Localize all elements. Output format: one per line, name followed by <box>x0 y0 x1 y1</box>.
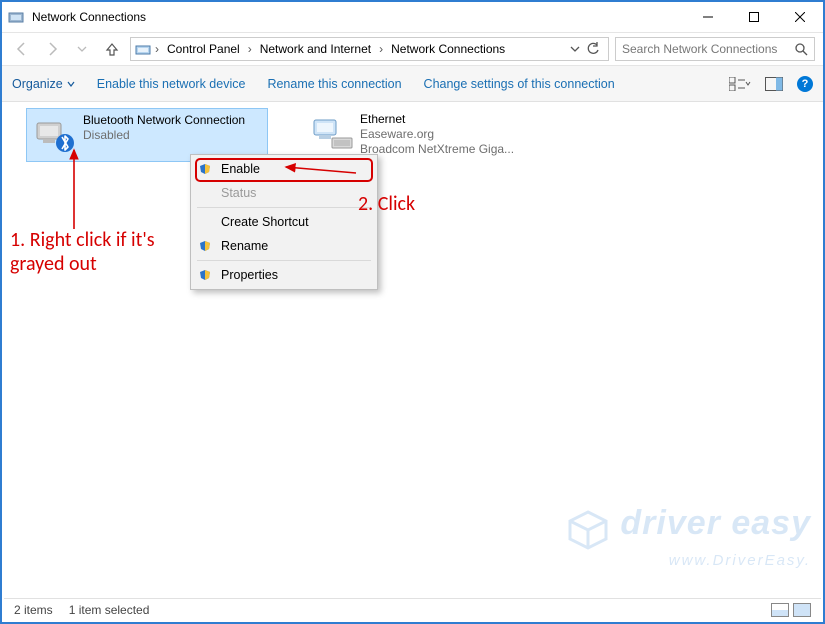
shield-icon <box>199 163 213 175</box>
menu-label: Status <box>221 186 367 200</box>
menu-item-enable[interactable]: Enable <box>191 157 377 181</box>
breadcrumb-control-panel[interactable]: Control Panel <box>163 42 244 56</box>
breadcrumb-network-internet[interactable]: Network and Internet <box>256 42 375 56</box>
search-icon <box>794 42 808 56</box>
search-placeholder: Search Network Connections <box>622 42 777 56</box>
menu-separator <box>197 207 371 208</box>
context-menu: Enable Status Create Shortcut Rename Pro… <box>190 154 378 290</box>
close-button[interactable] <box>777 2 823 32</box>
content-area: Bluetooth Network Connection Disabled Et… <box>4 104 821 596</box>
minimize-button[interactable] <box>685 2 731 32</box>
forward-button[interactable] <box>40 37 64 61</box>
menu-item-create-shortcut[interactable]: Create Shortcut <box>191 210 377 234</box>
title-bar: Network Connections <box>2 2 823 32</box>
adapter-icon <box>33 113 77 157</box>
breadcrumb-network-connections[interactable]: Network Connections <box>387 42 509 56</box>
annotation-step1: 1. Right click if it's grayed out <box>10 228 190 276</box>
menu-item-rename[interactable]: Rename <box>191 234 377 258</box>
shield-icon <box>199 269 213 281</box>
cmd-rename-connection[interactable]: Rename this connection <box>267 77 401 91</box>
chevron-right-icon[interactable]: › <box>153 42 161 56</box>
command-bar: Organize Enable this network device Rena… <box>2 66 823 102</box>
annotation-step2: 2. Click <box>358 192 415 216</box>
up-button[interactable] <box>100 37 124 61</box>
menu-label: Rename <box>221 239 367 253</box>
organize-label: Organize <box>12 77 63 91</box>
watermark: driver easy www.DriverEasy. <box>566 504 811 570</box>
back-button[interactable] <box>10 37 34 61</box>
menu-separator <box>197 260 371 261</box>
chevron-down-icon <box>67 80 75 88</box>
app-icon <box>8 9 24 25</box>
view-mode-details-icon[interactable] <box>771 603 789 617</box>
adapter-icon <box>310 112 354 156</box>
connection-name: Bluetooth Network Connection <box>83 113 245 128</box>
menu-label: Create Shortcut <box>221 215 367 229</box>
shield-icon <box>199 240 213 252</box>
cmd-change-settings[interactable]: Change settings of this connection <box>424 77 615 91</box>
connection-name: Ethernet <box>360 112 514 127</box>
status-item-count: 2 items <box>14 603 53 617</box>
menu-item-properties[interactable]: Properties <box>191 263 377 287</box>
preview-pane-icon[interactable] <box>765 77 783 91</box>
help-icon[interactable]: ? <box>797 76 813 92</box>
cmd-enable-device[interactable]: Enable this network device <box>97 77 246 91</box>
cube-icon <box>566 508 610 552</box>
connection-adapter: Broadcom NetXtreme Giga... <box>360 142 514 157</box>
window-title: Network Connections <box>32 10 146 24</box>
watermark-brand: driver easy <box>620 504 811 542</box>
connection-domain: Easeware.org <box>360 127 514 142</box>
view-options-icon[interactable] <box>729 77 751 91</box>
watermark-url: www.DriverEasy. <box>669 552 811 569</box>
status-selected-count: 1 item selected <box>69 603 150 617</box>
refresh-icon[interactable] <box>586 42 600 56</box>
path-root-icon <box>135 41 151 57</box>
search-input[interactable]: Search Network Connections <box>615 37 815 61</box>
organize-menu[interactable]: Organize <box>12 77 75 91</box>
menu-label: Enable <box>221 162 367 176</box>
view-mode-tiles-icon[interactable] <box>793 603 811 617</box>
address-bar[interactable]: › Control Panel › Network and Internet ›… <box>130 37 609 61</box>
menu-item-status: Status <box>191 181 377 205</box>
recent-dropdown[interactable] <box>70 37 94 61</box>
address-dropdown-icon[interactable] <box>570 44 580 54</box>
nav-bar: › Control Panel › Network and Internet ›… <box>2 32 823 66</box>
chevron-right-icon[interactable]: › <box>246 42 254 56</box>
maximize-button[interactable] <box>731 2 777 32</box>
status-bar: 2 items 1 item selected <box>4 598 821 620</box>
chevron-right-icon[interactable]: › <box>377 42 385 56</box>
connection-status: Disabled <box>83 128 245 143</box>
menu-label: Properties <box>221 268 367 282</box>
